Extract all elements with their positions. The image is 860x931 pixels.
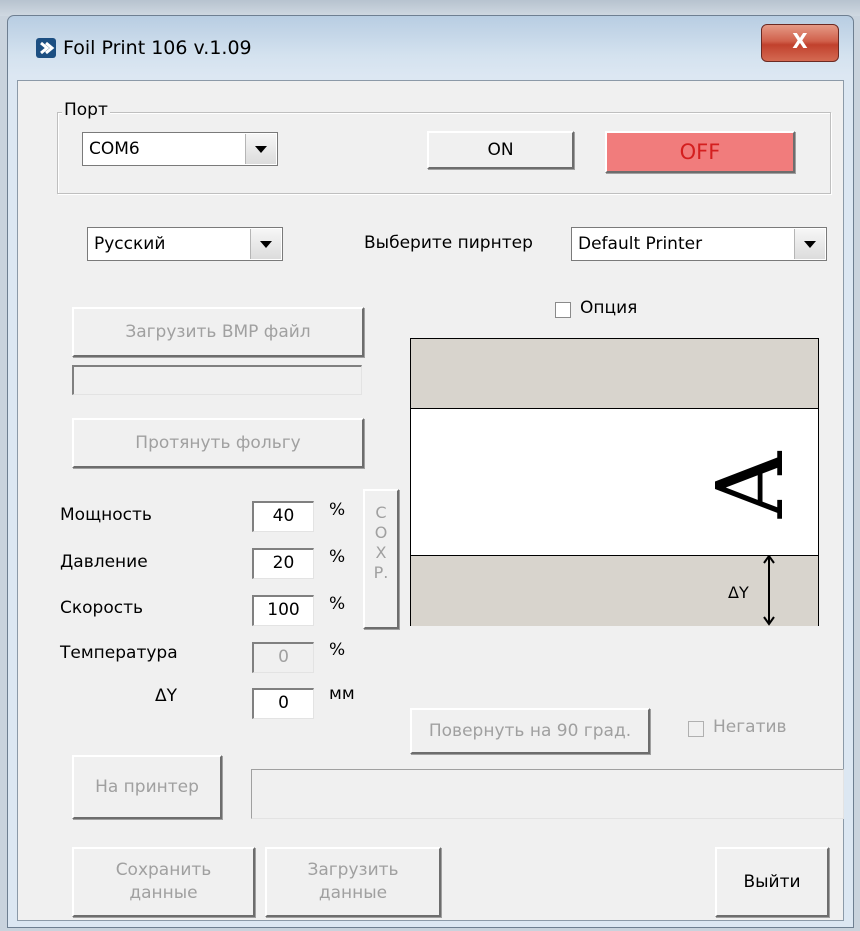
- preview-bottom-band: [411, 555, 818, 626]
- temperature-input: 0: [252, 642, 314, 673]
- chevron-down-icon: [245, 134, 276, 164]
- to-printer-label: На принтер: [95, 777, 199, 797]
- exit-button[interactable]: Выйти: [715, 847, 829, 917]
- bmp-filename-field: [72, 365, 362, 395]
- port-group-label: Порт: [62, 100, 110, 120]
- temperature-unit: %: [329, 640, 346, 660]
- save-params-button[interactable]: С О Х Р.: [363, 489, 399, 629]
- window-title: Foil Print 106 v.1.09: [63, 37, 252, 59]
- option-checkbox[interactable]: [555, 302, 571, 318]
- app-icon: [36, 38, 56, 58]
- load-bmp-button[interactable]: Загрузить BMP файл: [72, 307, 364, 357]
- load-data-label-line1: Загрузить: [307, 860, 399, 880]
- printer-select-value: Default Printer: [578, 234, 703, 254]
- load-bmp-label: Загрузить BMP файл: [125, 322, 311, 342]
- save-letter-1: С: [375, 503, 387, 522]
- negative-label: Негатив: [713, 717, 787, 737]
- speed-unit: %: [329, 594, 346, 614]
- pressure-unit: %: [329, 547, 346, 567]
- printer-status-field: [251, 769, 844, 819]
- chevron-down-icon: [250, 229, 281, 259]
- delta-y-input[interactable]: 0: [252, 688, 314, 719]
- power-unit: %: [329, 500, 346, 520]
- pull-foil-label: Протянуть фольгу: [135, 433, 301, 453]
- on-button[interactable]: ON: [427, 131, 574, 169]
- printer-label: Выберите пирнтер: [364, 233, 533, 253]
- preview-top-band: [411, 339, 818, 409]
- print-preview: A ΔY: [410, 338, 819, 626]
- preview-delta-label: ΔY: [728, 583, 749, 602]
- pressure-input[interactable]: 20: [252, 548, 314, 579]
- speed-input[interactable]: 100: [252, 595, 314, 626]
- close-button[interactable]: X: [761, 24, 839, 62]
- save-data-label-line2: данные: [129, 883, 198, 903]
- save-letter-4: Р.: [373, 563, 389, 582]
- language-select-value: Русский: [94, 234, 166, 254]
- save-data-label-line1: Сохранить: [115, 860, 212, 880]
- delta-y-unit: мм: [329, 684, 355, 704]
- delta-arrow-icon: [763, 555, 775, 626]
- printer-select[interactable]: Default Printer: [571, 227, 827, 261]
- preview-glyph: A: [697, 451, 804, 519]
- client-area: Порт COM6 ON OFF Русский Выберите пирнте…: [17, 80, 844, 921]
- language-select[interactable]: Русский: [87, 227, 283, 261]
- delta-y-label: ΔY: [155, 686, 178, 706]
- port-select[interactable]: COM6: [82, 132, 278, 166]
- close-icon: X: [792, 29, 808, 53]
- power-input[interactable]: 40: [252, 501, 314, 532]
- app-window: Foil Print 106 v.1.09 X Порт COM6 ON OFF…: [7, 15, 854, 928]
- exit-label: Выйти: [743, 872, 801, 892]
- load-data-button[interactable]: Загрузить данные: [265, 847, 441, 917]
- chevron-down-icon: [794, 229, 825, 259]
- rotate-90-button[interactable]: Повернуть на 90 град.: [410, 708, 650, 754]
- off-button[interactable]: OFF: [605, 131, 795, 173]
- title-bar[interactable]: Foil Print 106 v.1.09 X: [8, 16, 853, 80]
- pressure-label: Давление: [60, 552, 148, 572]
- off-button-label: OFF: [679, 140, 721, 164]
- pull-foil-button[interactable]: Протянуть фольгу: [72, 418, 364, 468]
- save-data-button[interactable]: Сохранить данные: [72, 847, 255, 917]
- negative-checkbox[interactable]: [688, 721, 704, 737]
- rotate-90-label: Повернуть на 90 град.: [428, 721, 632, 741]
- on-button-label: ON: [487, 140, 514, 160]
- background-window-strip: [0, 0, 860, 16]
- save-letter-3: Х: [375, 543, 387, 562]
- power-label: Мощность: [60, 505, 152, 525]
- option-label: Опция: [580, 298, 638, 318]
- to-printer-button[interactable]: На принтер: [72, 755, 222, 819]
- load-data-label-line2: данные: [318, 883, 388, 903]
- save-letter-2: О: [374, 523, 388, 542]
- speed-label: Скорость: [60, 598, 143, 618]
- port-select-value: COM6: [89, 139, 140, 159]
- temperature-label: Температура: [60, 643, 178, 663]
